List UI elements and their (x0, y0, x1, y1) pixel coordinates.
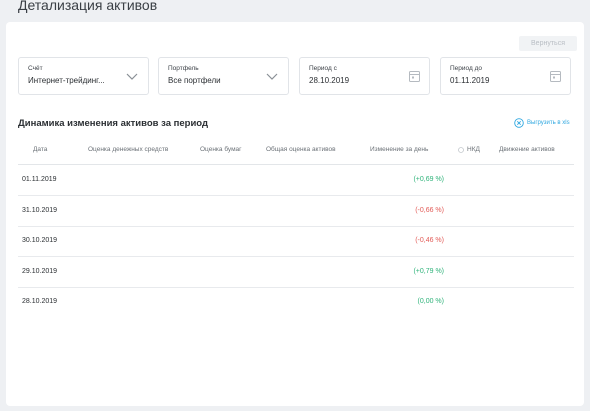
account-value: Интернет-трейдинг... (28, 76, 105, 85)
col-total[interactable]: Общая оценка активов (266, 146, 336, 153)
row-date: 01.11.2019 (22, 176, 57, 183)
info-icon (458, 146, 464, 153)
col-securities[interactable]: Оценка бумаг (200, 146, 242, 153)
account-select[interactable]: Счёт Интернет-трейдинг... (18, 57, 149, 95)
row-date: 30.10.2019 (22, 237, 58, 244)
portfolio-value: Все портфели (168, 76, 221, 85)
row-change: (0,00 %) (417, 298, 444, 305)
section-title: Динамика изменения активов за период (18, 118, 209, 129)
period-to-field[interactable]: Период до 01.11.2019 (440, 57, 571, 95)
col-date[interactable]: Дата (33, 146, 47, 153)
period-to-value: 01.11.2019 (450, 76, 490, 85)
col-nkd-label: НКД (467, 146, 480, 153)
table-row: 29.10.2019 (+0,79 %) (18, 257, 574, 288)
col-change[interactable]: Изменение за день (370, 146, 428, 153)
table-row: 30.10.2019 (-0,46 %) (18, 226, 574, 257)
table-row: 01.11.2019 (+0,69 %) (18, 165, 574, 196)
col-movement[interactable]: Движение активов (499, 146, 555, 153)
return-button[interactable]: Вернуться (519, 36, 577, 51)
row-change: (-0,46 %) (415, 237, 444, 244)
portfolio-select[interactable]: Портфель Все портфели (158, 57, 289, 95)
export-label: Выгрузить в xls (527, 120, 570, 126)
period-to-label: Период до (450, 65, 483, 72)
row-change: (+0,79 %) (413, 267, 444, 275)
page-title: Детализация активов (18, 0, 158, 13)
row-change: (+0,69 %) (413, 176, 444, 183)
calendar-icon (550, 71, 561, 82)
assets-card: Вернуться Счёт Интернет-трейдинг... Порт… (6, 22, 584, 406)
table-row: 31.10.2019 (-0,66 %) (18, 196, 574, 227)
calendar-icon (409, 71, 420, 82)
period-from-field[interactable]: Период с 28.10.2019 (299, 57, 430, 95)
table-header: Дата Оценка денежных средств Оценка бума… (18, 139, 574, 165)
row-date: 31.10.2019 (22, 206, 58, 214)
period-from-label: Период с (309, 65, 337, 72)
row-date: 29.10.2019 (22, 267, 58, 275)
account-label: Счёт (28, 65, 43, 72)
row-change: (-0,66 %) (415, 206, 444, 214)
table-row: 28.10.2019 (0,00 %) (18, 287, 574, 318)
col-nkd[interactable]: НКД (458, 146, 480, 153)
row-date: 28.10.2019 (22, 298, 58, 305)
portfolio-label: Портфель (168, 65, 199, 72)
chevron-down-icon (126, 73, 138, 80)
chevron-down-icon (266, 73, 278, 80)
period-from-value: 28.10.2019 (309, 76, 350, 85)
export-xls-link[interactable]: Выгрузить в xls (514, 118, 570, 128)
excel-icon (514, 118, 524, 128)
col-cash[interactable]: Оценка денежных средств (88, 146, 168, 153)
